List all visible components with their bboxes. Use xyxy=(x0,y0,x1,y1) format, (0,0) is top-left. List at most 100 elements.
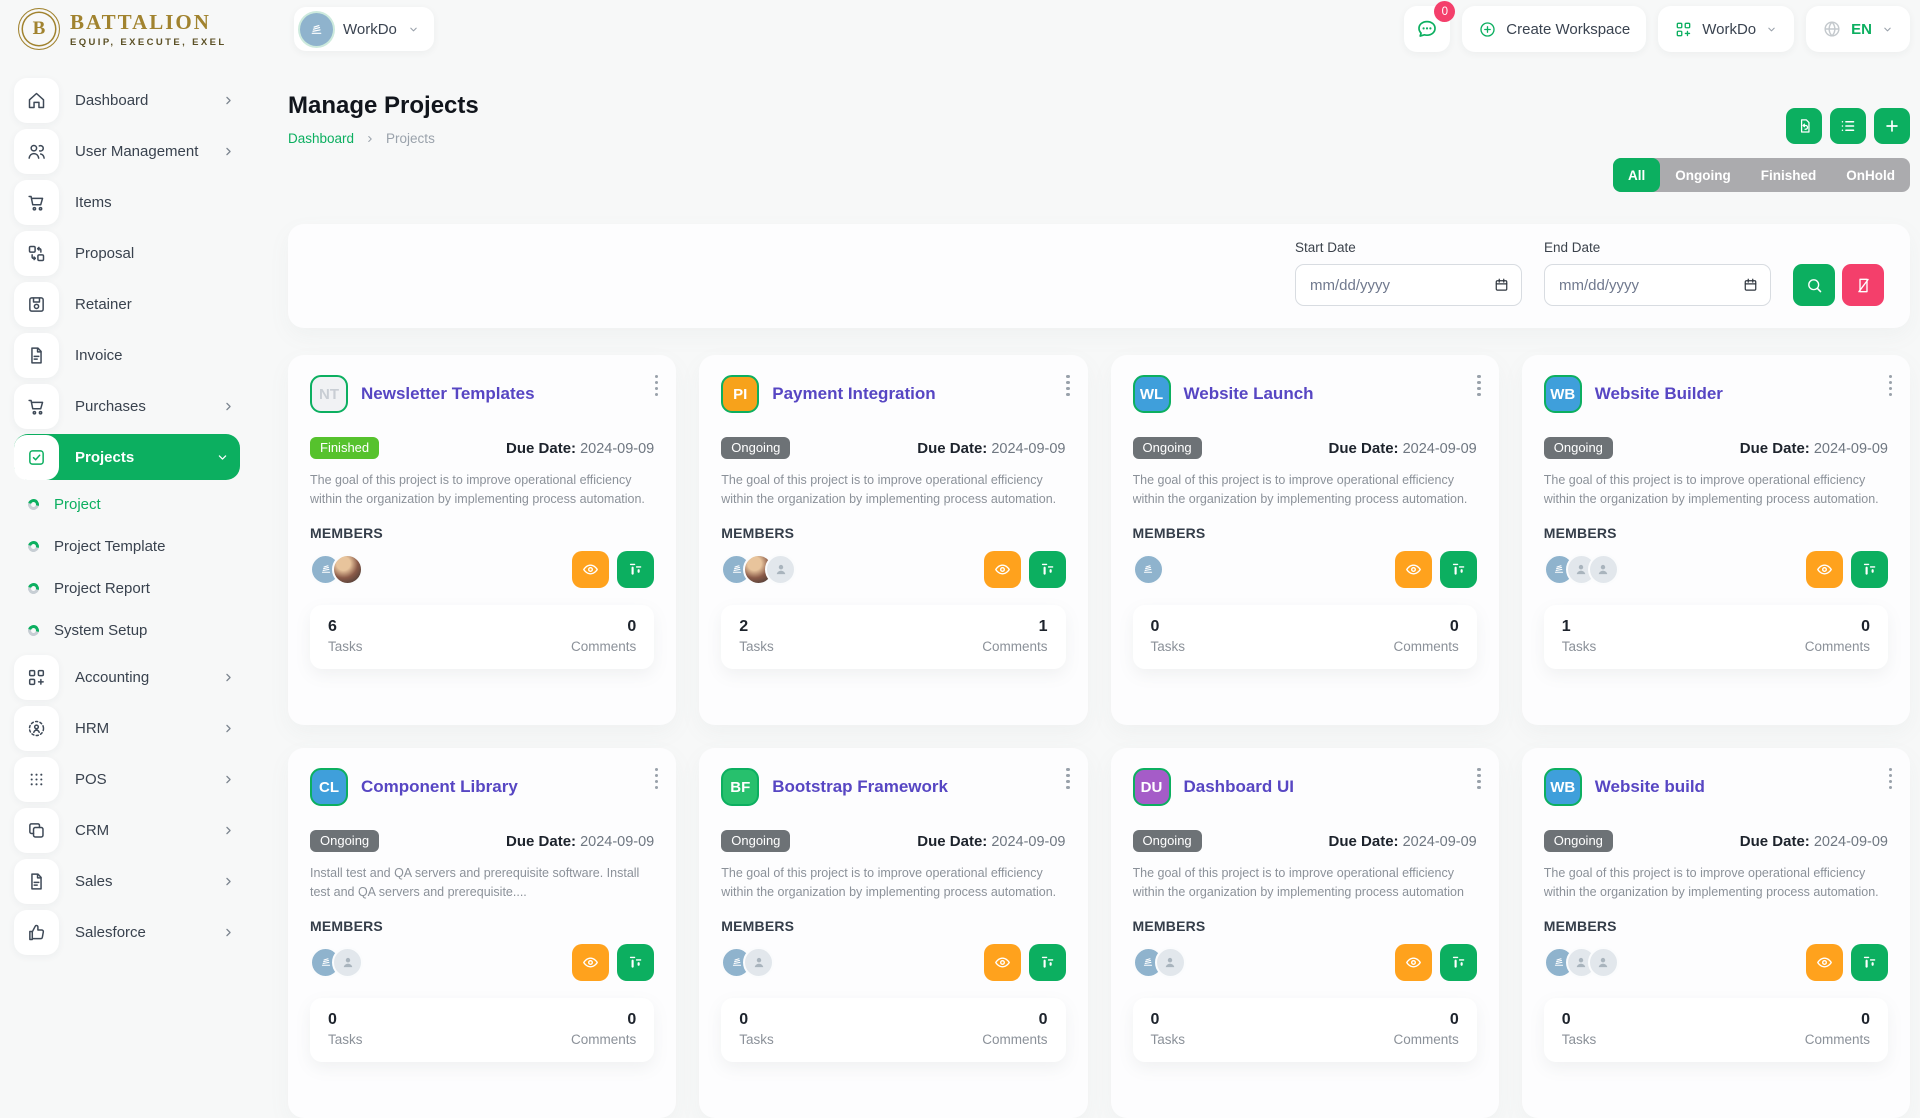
sidebar-subitem-project-report[interactable]: Project Report xyxy=(28,569,242,607)
sidebar-item-salesforce[interactable]: Salesforce xyxy=(14,909,242,955)
plus-icon xyxy=(1883,117,1901,135)
sidebar-item-dashboard[interactable]: Dashboard xyxy=(14,77,242,123)
sidebar-item-label: Sales xyxy=(75,873,205,890)
status-filter-tabs: AllOngoingFinishedOnHold xyxy=(1613,158,1910,192)
workdo-menu-button[interactable]: WorkDo xyxy=(1658,6,1794,52)
calendar-icon[interactable] xyxy=(1742,277,1759,294)
card-menu-button[interactable] xyxy=(1060,369,1075,402)
due-date-value: 2024-09-09 xyxy=(1403,441,1477,457)
create-workspace-button[interactable]: Create Workspace xyxy=(1462,6,1646,52)
member-avatars xyxy=(1544,947,1610,978)
progress-button[interactable] xyxy=(617,944,654,981)
view-project-button[interactable] xyxy=(984,944,1021,981)
tab-onhold[interactable]: OnHold xyxy=(1831,158,1910,192)
view-project-button[interactable] xyxy=(1806,944,1843,981)
card-menu-button[interactable] xyxy=(1471,762,1486,795)
view-project-button[interactable] xyxy=(572,551,609,588)
workspace-selector[interactable]: WorkDo xyxy=(294,7,434,51)
project-title-link[interactable]: Payment Integration xyxy=(772,384,935,404)
brand-monogram-letter: B xyxy=(33,18,46,40)
project-title-link[interactable]: Newsletter Templates xyxy=(361,384,535,404)
project-title-link[interactable]: Website Launch xyxy=(1184,384,1314,404)
save-icon xyxy=(14,282,59,327)
filter-panel: Start Date End Date xyxy=(288,224,1910,328)
member-avatars xyxy=(721,947,765,978)
progress-button[interactable] xyxy=(617,551,654,588)
project-title-link[interactable]: Dashboard UI xyxy=(1184,777,1295,797)
sidebar-item-pos[interactable]: POS xyxy=(14,756,242,802)
chat-icon xyxy=(1415,17,1439,41)
view-project-button[interactable] xyxy=(572,944,609,981)
project-card-component-library: CLComponent LibraryOngoingDue Date: 2024… xyxy=(288,748,676,1118)
calendar-icon[interactable] xyxy=(1493,277,1510,294)
add-project-button[interactable] xyxy=(1874,108,1910,144)
sidebar-item-purchases[interactable]: Purchases xyxy=(14,383,242,429)
comments-label: Comments xyxy=(1805,1032,1870,1047)
sidebar-item-user-management[interactable]: User Management xyxy=(14,128,242,174)
card-menu-button[interactable] xyxy=(1883,762,1898,795)
sidebar-item-hrm[interactable]: HRM xyxy=(14,705,242,751)
language-selector[interactable]: EN xyxy=(1806,6,1910,52)
messages-button[interactable]: 0 xyxy=(1404,6,1450,52)
progress-button[interactable] xyxy=(1440,551,1477,588)
card-actions xyxy=(984,551,1066,588)
sidebar-item-proposal[interactable]: Proposal xyxy=(14,230,242,276)
building-logo-icon xyxy=(1140,954,1156,970)
sidebar-item-crm[interactable]: CRM xyxy=(14,807,242,853)
card-menu-button[interactable] xyxy=(1883,369,1898,402)
project-title-link[interactable]: Website Builder xyxy=(1595,384,1723,404)
project-title-link[interactable]: Bootstrap Framework xyxy=(772,777,948,797)
due-date-label: Due Date: xyxy=(506,440,576,457)
tasks-stat: 2Tasks xyxy=(739,618,774,654)
copy-template-button[interactable] xyxy=(1786,108,1822,144)
sidebar-subitem-system-setup[interactable]: System Setup xyxy=(28,611,242,649)
tab-finished[interactable]: Finished xyxy=(1746,158,1832,192)
sidebar-item-accounting[interactable]: Accounting xyxy=(14,654,242,700)
chevron-right-icon xyxy=(221,721,236,736)
view-project-button[interactable] xyxy=(1395,551,1432,588)
reset-filter-button[interactable] xyxy=(1842,264,1884,306)
progress-button[interactable] xyxy=(1851,944,1888,981)
member-avatars xyxy=(310,554,354,585)
project-title-link[interactable]: Website build xyxy=(1595,777,1705,797)
sidebar-subitem-project[interactable]: Project xyxy=(28,485,242,523)
progress-button[interactable] xyxy=(1440,944,1477,981)
levels-icon xyxy=(626,560,645,579)
top-header: B BATTALION EQUIP, EXECUTE, EXEL WorkDo … xyxy=(0,0,1920,58)
project-title-link[interactable]: Component Library xyxy=(361,777,518,797)
start-date-input[interactable] xyxy=(1295,264,1522,306)
progress-button[interactable] xyxy=(1029,551,1066,588)
page-title: Manage Projects xyxy=(288,92,479,120)
status-badge: Ongoing xyxy=(1133,437,1202,459)
end-date-input[interactable] xyxy=(1544,264,1771,306)
card-menu-button[interactable] xyxy=(1471,369,1486,402)
list-view-button[interactable] xyxy=(1830,108,1866,144)
view-project-button[interactable] xyxy=(1395,944,1432,981)
progress-button[interactable] xyxy=(1851,551,1888,588)
sidebar-item-label: CRM xyxy=(75,822,205,839)
card-menu-button[interactable] xyxy=(649,762,664,795)
tasks-label: Tasks xyxy=(328,639,363,654)
view-project-button[interactable] xyxy=(1806,551,1843,588)
progress-button[interactable] xyxy=(1029,944,1066,981)
status-badge: Ongoing xyxy=(721,437,790,459)
card-stats: 0Tasks0Comments xyxy=(310,998,654,1062)
card-menu-button[interactable] xyxy=(1060,762,1075,795)
sidebar-subitem-project-template[interactable]: Project Template xyxy=(28,527,242,565)
card-menu-button[interactable] xyxy=(649,369,664,402)
sidebar-item-invoice[interactable]: Invoice xyxy=(14,332,242,378)
sidebar-item-sales[interactable]: Sales xyxy=(14,858,242,904)
card-stats: 0Tasks0Comments xyxy=(1544,998,1888,1062)
search-button[interactable] xyxy=(1793,264,1835,306)
sidebar-item-retainer[interactable]: Retainer xyxy=(14,281,242,327)
sidebar-item-items[interactable]: Items xyxy=(14,179,242,225)
tab-ongoing[interactable]: Ongoing xyxy=(1660,158,1745,192)
comments-count: 0 xyxy=(571,1011,636,1029)
due-date-value: 2024-09-09 xyxy=(1814,834,1888,850)
sidebar-item-projects[interactable]: Projects xyxy=(14,434,240,480)
view-project-button[interactable] xyxy=(984,551,1021,588)
project-description: Install test and QA servers and prerequi… xyxy=(310,864,654,903)
breadcrumb-dashboard-link[interactable]: Dashboard xyxy=(288,131,354,146)
tab-all[interactable]: All xyxy=(1613,158,1660,192)
sidebar-item-label: Projects xyxy=(75,449,199,466)
